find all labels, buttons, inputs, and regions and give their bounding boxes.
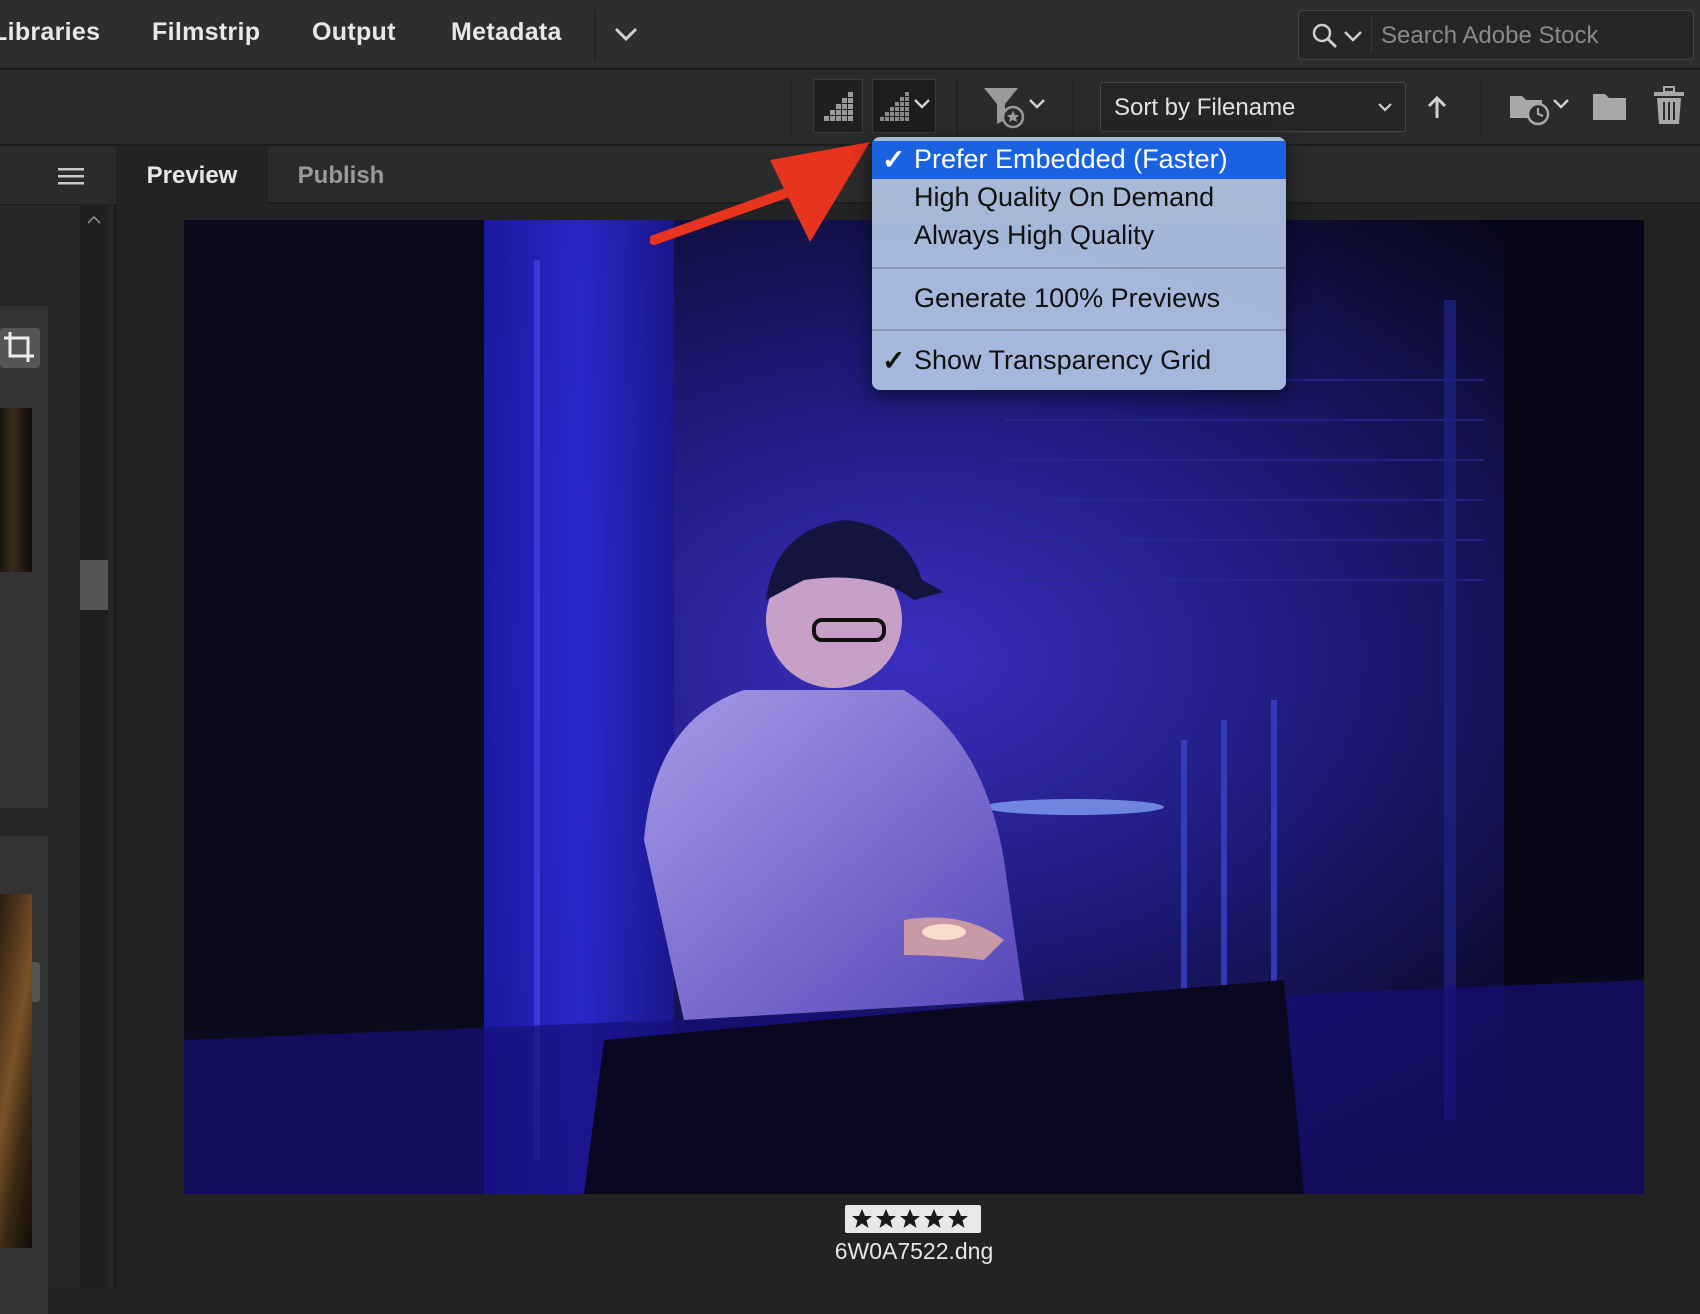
tab-filmstrip[interactable]: Filmstrip — [152, 18, 260, 47]
tab-libraries[interactable]: Libraries — [0, 18, 100, 47]
divider — [1072, 80, 1074, 136]
menu-item-high-quality-on-demand[interactable]: High Quality On Demand — [872, 179, 1286, 217]
new-folder-recent-icon[interactable] — [1508, 84, 1574, 130]
chevron-down-icon[interactable] — [1343, 27, 1363, 45]
thumbnail[interactable] — [0, 894, 32, 1248]
menu-item-label: High Quality On Demand — [914, 182, 1215, 212]
menu-item-always-high-quality[interactable]: Always High Quality — [872, 217, 1286, 255]
menu-item-label: Prefer Embedded (Faster) — [914, 144, 1228, 174]
menu-item-show-transparency-grid[interactable]: ✓ Show Transparency Grid — [872, 342, 1286, 380]
left-panel-header — [0, 146, 116, 205]
tab-publish[interactable]: Publish — [268, 146, 414, 204]
tab-preview[interactable]: Preview — [116, 146, 268, 204]
quality-icon — [880, 92, 930, 121]
workspace-bar: Libraries Filmstrip Output Metadata — [0, 0, 1700, 70]
trash-icon[interactable] — [1652, 86, 1686, 126]
menu-separator — [872, 267, 1286, 269]
checkmark-icon: ✓ — [882, 345, 906, 376]
divider — [956, 80, 958, 136]
menu-item-generate-100-previews[interactable]: Generate 100% Previews — [872, 280, 1286, 318]
menu-item-label: Always High Quality — [914, 220, 1155, 250]
scrollbar-thumb[interactable] — [80, 560, 108, 610]
tab-preview-label: Preview — [146, 162, 238, 189]
menu-item-label: Generate 100% Previews — [914, 283, 1221, 313]
search-box — [1298, 10, 1694, 60]
tab-metadata[interactable]: Metadata — [451, 18, 562, 47]
hamburger-icon[interactable] — [58, 167, 84, 185]
filter-star-icon[interactable] — [982, 84, 1052, 130]
chevron-down-icon[interactable] — [612, 22, 640, 46]
preview-quality-button[interactable] — [813, 79, 863, 133]
scrollbar[interactable] — [80, 206, 108, 1288]
sort-select[interactable]: Sort by Filename — [1100, 82, 1406, 132]
checkmark-icon: ✓ — [882, 144, 906, 175]
quality-icon — [824, 92, 853, 121]
menu-separator — [872, 329, 1286, 331]
preview-quality-menu: ✓ Prefer Embedded (Faster) High Quality … — [872, 137, 1286, 390]
rating-stars — [852, 1209, 968, 1228]
thumbnail[interactable] — [0, 408, 32, 572]
search-icon[interactable] — [1311, 22, 1339, 50]
divider — [1371, 17, 1372, 53]
tab-output[interactable]: Output — [312, 18, 396, 47]
folder-icon[interactable] — [1592, 90, 1628, 124]
sort-label: Sort by Filename — [1114, 94, 1296, 121]
search-input[interactable] — [1379, 17, 1683, 55]
divider — [1480, 80, 1482, 136]
tab-publish-label: Publish — [297, 162, 385, 189]
annotation-arrow-icon — [650, 142, 870, 245]
sort-arrow-up-icon[interactable] — [1425, 94, 1449, 124]
divider — [790, 80, 792, 136]
scroll-up-icon[interactable] — [86, 214, 102, 226]
crop-icon[interactable] — [0, 328, 40, 368]
chevron-down-icon — [1378, 103, 1392, 112]
library-toolbar: Sort by Filename — [0, 70, 1700, 146]
filename-label: 6W0A7522.dng — [834, 1238, 994, 1264]
menu-item-label: Show Transparency Grid — [914, 345, 1212, 375]
preview-quality-menu-button[interactable] — [872, 79, 936, 133]
divider — [594, 10, 596, 60]
star-rating[interactable] — [845, 1205, 981, 1233]
left-panel — [0, 146, 116, 1314]
menu-item-prefer-embedded[interactable]: ✓ Prefer Embedded (Faster) — [872, 141, 1286, 179]
